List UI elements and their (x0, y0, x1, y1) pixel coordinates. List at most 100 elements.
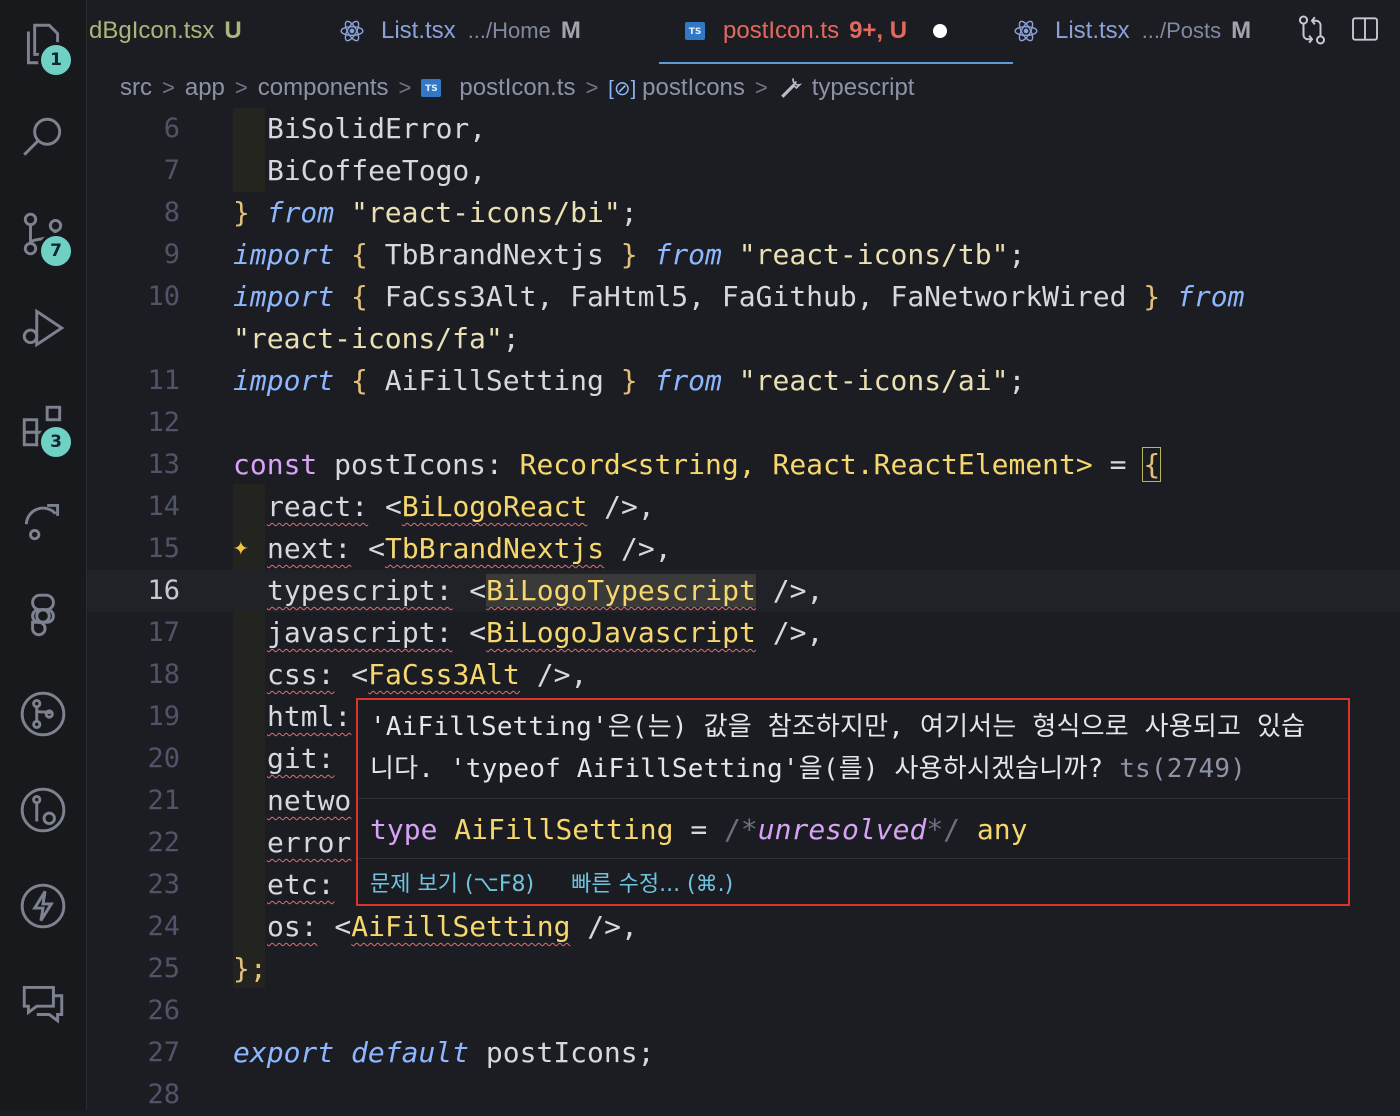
line-number: 7 (163, 155, 180, 186)
tab-posticon[interactable]: TS postIcon.ts 9+, U (659, 0, 1013, 64)
code-text: javascript: <BiLogoJavascript />, (267, 616, 824, 649)
error-code: ts(2749) (1119, 754, 1247, 784)
line-number: 25 (147, 953, 180, 984)
run-debug-button[interactable] (0, 288, 86, 368)
sparkle-icon[interactable]: ✦ (233, 532, 249, 562)
line-number: 11 (147, 365, 180, 396)
breadcrumb-item[interactable]: app (185, 74, 225, 102)
line-number: 6 (163, 113, 180, 144)
line-number: 24 (147, 911, 180, 942)
code-text: export default postIcons; (233, 1036, 655, 1069)
breadcrumb-item[interactable]: src (120, 74, 152, 102)
chevron-right-icon: > (585, 75, 599, 100)
code-text: } from "react-icons/bi"; (233, 196, 638, 229)
thunder-button[interactable] (0, 866, 86, 946)
run-debug-icon (22, 308, 65, 348)
line-number: 12 (147, 407, 180, 438)
chevron-right-icon: > (162, 75, 175, 100)
typescript-file-icon: TS (685, 22, 705, 40)
code-text: error (267, 826, 352, 859)
remote-button[interactable] (0, 480, 86, 560)
tab-list-posts[interactable]: List.tsx .../Posts M (1013, 0, 1251, 62)
react-icon (1014, 20, 1038, 42)
code-line-11: 11 import { AiFillSetting } from "react-… (87, 360, 1400, 402)
tab-list-home[interactable]: List.tsx .../Home M (339, 0, 581, 62)
code-line-12: 12 (87, 402, 1400, 444)
code-line-26: 26 (87, 990, 1400, 1032)
code-text: css: <FaCss3Alt />, (267, 658, 588, 691)
chevron-right-icon: > (234, 75, 248, 100)
line-number: 10 (147, 281, 180, 312)
typescript-file-icon: TS (421, 79, 442, 97)
pull-requests-button[interactable] (0, 770, 86, 850)
search-icon (23, 117, 62, 156)
tab-label: dBgIcon.tsx (89, 17, 215, 44)
breadcrumb-item[interactable]: postIcon.ts (459, 74, 575, 102)
breadcrumb: src > app > components > TS postIcon.ts > [⊘… (120, 66, 914, 110)
breadcrumb-item[interactable]: components (258, 74, 389, 102)
code-text: "react-icons/fa"; (233, 322, 520, 355)
code-line-8: 8 } from "react-icons/bi"; (87, 192, 1400, 234)
tab-path: .../Home (467, 18, 551, 43)
code-text: next: <TbBrandNextjs />, (267, 532, 672, 565)
line-number: 9 (163, 239, 180, 270)
code-text: git: (267, 742, 335, 775)
error-message: 'AiFillSetting'은(는) 값을 참조하지만, 여기서는 형식으로 … (370, 712, 1306, 784)
chat-button[interactable] (0, 962, 86, 1042)
line-number: 15 (147, 533, 180, 564)
scm-badge: 7 (38, 233, 74, 269)
line-number: 27 (147, 1037, 180, 1068)
split-editor-button[interactable] (1349, 12, 1381, 50)
code-text: netwo (267, 784, 352, 817)
quick-fix-link[interactable]: 빠른 수정... (⌘.) (571, 872, 733, 897)
code-text: import { AiFillSetting } from "react-ico… (233, 364, 1026, 397)
code-line-6: 6 BiSolidError, (87, 108, 1400, 150)
code-line-9: 9 import { TbBrandNextjs } from "react-i… (87, 234, 1400, 276)
line-number: 16 (147, 575, 180, 606)
tab-dbgicon[interactable]: dBgIcon.tsx U (89, 0, 242, 62)
unsaved-dot-icon[interactable] (933, 24, 948, 38)
breadcrumb-item[interactable]: postIcons (642, 74, 745, 102)
tab-status: M (560, 17, 581, 44)
activity-bar: 1 7 3 (0, 0, 87, 1110)
code-text: import { FaCss3Alt, FaHtml5, FaGithub, F… (233, 280, 1245, 313)
compare-changes-button[interactable] (1295, 12, 1329, 52)
code-text: react: <BiLogoReact />, (267, 490, 655, 523)
search-button[interactable] (0, 98, 86, 178)
line-number: 20 (147, 743, 180, 774)
line-number: 18 (147, 659, 180, 690)
line-number: 13 (147, 449, 180, 480)
code-text: BiSolidError, (267, 112, 487, 145)
wrench-icon (780, 78, 803, 98)
react-icon (340, 20, 364, 42)
line-number: 22 (147, 827, 180, 858)
view-problem-link[interactable]: 문제 보기 (⌥F8) (370, 872, 534, 897)
code-line-15: 15 ✦ next: <TbBrandNextjs />, (87, 528, 1400, 570)
tab-label: postIcon.ts (723, 17, 840, 44)
breadcrumb-item[interactable]: typescript (812, 74, 915, 102)
type-signature: type AiFillSetting = /*unresolved*/ any (370, 813, 1028, 846)
lightning-icon (20, 883, 66, 929)
line-number: 8 (163, 197, 180, 228)
code-line-27: 27 export default postIcons; (87, 1032, 1400, 1074)
line-number: 19 (147, 701, 180, 732)
tab-status: U (224, 17, 242, 44)
line-number: 14 (147, 491, 180, 522)
variable-icon: [⊘] (608, 77, 637, 100)
tab-label: List.tsx (381, 17, 456, 44)
line-number: 17 (147, 617, 180, 648)
code-text: os: <AiFillSetting />, (267, 910, 638, 943)
code-line-25: 25 }; (87, 948, 1400, 990)
code-text: typescript: <BiLogoTypescript />, (267, 574, 824, 607)
chat-icon (22, 985, 64, 1024)
code-line-10: 10 import { FaCss3Alt, FaHtml5, FaGithub… (87, 276, 1400, 318)
code-editor[interactable]: 6 BiSolidError, 7 BiCoffeeTogo, 8 } from… (87, 108, 1400, 1110)
code-text: etc: (267, 868, 335, 901)
divider (358, 798, 1348, 799)
code-line-18: 18 css: <FaCss3Alt />, (87, 654, 1400, 696)
hover-actions: 문제 보기 (⌥F8) 빠른 수정... (⌘.) (370, 866, 763, 898)
tab-status: 9+, U (849, 17, 908, 44)
git-graph-button[interactable] (0, 674, 86, 754)
figma-button[interactable] (0, 576, 86, 656)
code-text: BiCoffeeTogo, (267, 154, 487, 187)
